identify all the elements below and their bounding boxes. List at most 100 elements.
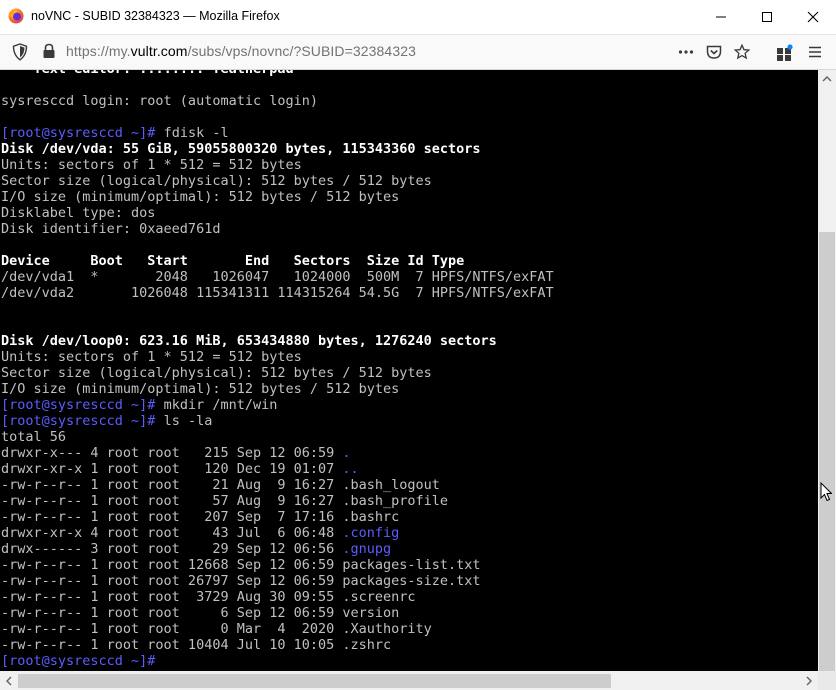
lock-icon[interactable] <box>42 43 56 59</box>
terminal-line: Units: sectors of 1 * 512 = 512 bytes <box>1 349 302 365</box>
shell-command: fdisk -l <box>155 125 229 141</box>
terminal-text: /dev/vda1 * 2048 1026047 1024000 500M 7 … <box>1 269 554 285</box>
terminal-line: -rw-r--r-- 1 root root 57 Aug 9 16:27 .b… <box>1 493 448 509</box>
directory-name: . <box>342 445 351 461</box>
scroll-right-icon[interactable] <box>800 672 818 690</box>
terminal-line: Disk identifier: 0xaeed761d <box>1 221 220 237</box>
terminal-text: -rw-r--r-- 1 root root 12668 Sep 12 06:5… <box>1 557 481 573</box>
terminal-line: [root@sysresccd ~]# <box>1 653 155 669</box>
terminal-line: drwxr-xr-x 1 root root 120 Dec 19 01:07 … <box>1 461 359 477</box>
terminal-line: drwx------ 3 root root 29 Sep 12 06:56 .… <box>1 541 391 557</box>
terminal-text: Disk /dev/vda: 55 GiB, 59055800320 bytes… <box>1 141 481 157</box>
directory-name: .. <box>342 461 359 477</box>
maximize-icon <box>762 12 772 22</box>
terminal-line: I/O size (minimum/optimal): 512 bytes / … <box>1 381 399 397</box>
pocket-button[interactable] <box>703 41 725 63</box>
url-host: vultr.com <box>130 43 188 59</box>
terminal-text: total 56 <box>1 429 67 445</box>
terminal-text: -rw-r--r-- 1 root root 57 Aug 9 16:27 .b… <box>1 493 449 509</box>
title-bar[interactable]: noVNC - SUBID 32384323 — Mozilla Firefox <box>0 0 836 35</box>
terminal-text: I/O size (minimum/optimal): 512 bytes / … <box>1 189 400 205</box>
terminal-line: -rw-r--r-- 1 root root 3729 Aug 30 09:55… <box>1 589 416 605</box>
terminal-line: -rw-r--r-- 1 root root 12668 Sep 12 06:5… <box>1 557 481 573</box>
terminal-line: drwxr-x--- 4 root root 215 Sep 12 06:59 … <box>1 445 351 461</box>
shell-prompt: [root@sysresccd ~]# <box>1 125 156 141</box>
terminal-line: - Text editor: ........ featherpad <box>1 70 293 77</box>
minimize-button[interactable] <box>698 0 744 34</box>
terminal-text: -rw-r--r-- 1 root root 26797 Sep 12 06:5… <box>1 573 481 589</box>
directory-name: .gnupg <box>342 541 392 557</box>
terminal-text: Disk identifier: 0xaeed761d <box>1 221 221 237</box>
terminal-line: -rw-r--r-- 1 root root 26797 Sep 12 06:5… <box>1 573 481 589</box>
shell-command: ls -la <box>155 413 213 429</box>
horizontal-scrollbar[interactable] <box>0 671 818 690</box>
terminal-text: drwxr-x--- 4 root root 215 Sep 12 06:59 <box>1 445 343 461</box>
terminal-text: Device Boot Start End Sectors Size Id Ty… <box>1 253 465 269</box>
horizontal-scroll-thumb[interactable] <box>18 674 611 688</box>
mouse-cursor-icon <box>820 482 832 502</box>
vertical-scrollbar[interactable] <box>818 70 836 671</box>
close-button[interactable] <box>790 0 836 34</box>
terminal-text: -rw-r--r-- 1 root root 10404 Jul 10 10:0… <box>1 637 392 653</box>
terminal-line: -rw-r--r-- 1 root root 21 Aug 9 16:27 .b… <box>1 477 440 493</box>
terminal-text: drwx------ 3 root root 29 Sep 12 06:56 <box>1 541 343 557</box>
terminal-text: Disklabel type: dos <box>1 205 156 221</box>
minimize-icon <box>716 16 726 18</box>
terminal-text: -rw-r--r-- 1 root root 6 Sep 12 06:59 ve… <box>1 605 400 621</box>
terminal-text: Units: sectors of 1 * 512 = 512 bytes <box>1 157 302 173</box>
terminal-line: [root@sysresccd ~]# fdisk -l <box>1 125 229 141</box>
terminal-text: -rw-r--r-- 1 root root 0 Mar 4 2020 .Xau… <box>1 621 432 637</box>
bookmark-button[interactable] <box>731 41 753 63</box>
terminal-text: drwxr-xr-x 1 root root 120 Dec 19 01:07 <box>1 461 343 477</box>
close-icon <box>807 11 819 23</box>
terminal-line: total 56 <box>1 429 66 445</box>
vnc-terminal-screen[interactable]: - Text editor: ........ featherpad sysres… <box>0 70 818 671</box>
terminal-line: -rw-r--r-- 1 root root 10404 Jul 10 10:0… <box>1 637 391 653</box>
maximize-button[interactable] <box>744 0 790 34</box>
terminal-line: Units: sectors of 1 * 512 = 512 bytes <box>1 157 302 173</box>
directory-name: .config <box>342 525 400 541</box>
scroll-up-icon[interactable] <box>818 70 836 88</box>
terminal-text: -rw-r--r-- 1 root root 207 Sep 7 17:16 .… <box>1 509 400 525</box>
terminal-text: drwxr-xr-x 4 root root 43 Jul 6 06:48 <box>1 525 343 541</box>
terminal-text: Sector size (logical/physical): 512 byte… <box>1 173 432 189</box>
terminal-line: /dev/vda1 * 2048 1026047 1024000 500M 7 … <box>1 269 554 285</box>
terminal-text: sysresccd login: root (automatic login) <box>1 93 318 109</box>
terminal-line: Device Boot Start End Sectors Size Id Ty… <box>1 253 464 269</box>
extensions-button[interactable] <box>773 41 795 63</box>
shield-icon[interactable] <box>12 43 28 61</box>
pocket-icon <box>706 45 722 59</box>
scrollbar-corner <box>818 671 836 690</box>
terminal-line: [root@sysresccd ~]# ls -la <box>1 413 212 429</box>
terminal-text: Sector size (logical/physical): 512 byte… <box>1 365 432 381</box>
terminal-text: -rw-r--r-- 1 root root 21 Aug 9 16:27 .b… <box>1 477 440 493</box>
vertical-scroll-thumb[interactable] <box>819 232 835 671</box>
menu-button[interactable] <box>804 41 826 63</box>
url-prefix: https://my. <box>66 43 131 59</box>
terminal-line: /dev/vda2 1026048 115341311 114315264 54… <box>1 285 554 301</box>
terminal-line: -rw-r--r-- 1 root root 207 Sep 7 17:16 .… <box>1 509 399 525</box>
firefox-logo <box>8 8 24 24</box>
terminal-line: Sector size (logical/physical): 512 byte… <box>1 173 432 189</box>
more-icon <box>678 50 694 54</box>
terminal-line: Disk /dev/loop0: 623.16 MiB, 653434880 b… <box>1 333 497 349</box>
terminal-line: -rw-r--r-- 1 root root 0 Mar 4 2020 .Xau… <box>1 621 432 637</box>
terminal-line: I/O size (minimum/optimal): 512 bytes / … <box>1 189 399 205</box>
page-content: - Text editor: ........ featherpad sysres… <box>0 70 836 690</box>
terminal-text: /dev/vda2 1026048 115341311 114315264 54… <box>1 285 554 301</box>
window-title: noVNC - SUBID 32384323 — Mozilla Firefox <box>31 9 280 23</box>
url-bar[interactable]: https://my.vultr.com/subs/vps/novnc/?SUB… <box>66 43 416 59</box>
url-path: /subs/vps/novnc/?SUBID=32384323 <box>187 43 416 59</box>
terminal-text: Units: sectors of 1 * 512 = 512 bytes <box>1 349 302 365</box>
puzzle-icon <box>777 44 793 61</box>
hamburger-icon <box>809 46 821 58</box>
shell-prompt: [root@sysresccd ~]# <box>1 397 156 413</box>
shell-command: mkdir /mnt/win <box>155 397 278 413</box>
terminal-text: Disk /dev/loop0: 623.16 MiB, 653434880 b… <box>1 333 497 349</box>
shell-prompt: [root@sysresccd ~]# <box>1 653 156 669</box>
terminal-line: -rw-r--r-- 1 root root 6 Sep 12 06:59 ve… <box>1 605 399 621</box>
scroll-left-icon[interactable] <box>0 672 18 690</box>
shell-prompt: [root@sysresccd ~]# <box>1 413 156 429</box>
page-actions-button[interactable] <box>675 41 697 63</box>
terminal-line: Sector size (logical/physical): 512 byte… <box>1 365 432 381</box>
